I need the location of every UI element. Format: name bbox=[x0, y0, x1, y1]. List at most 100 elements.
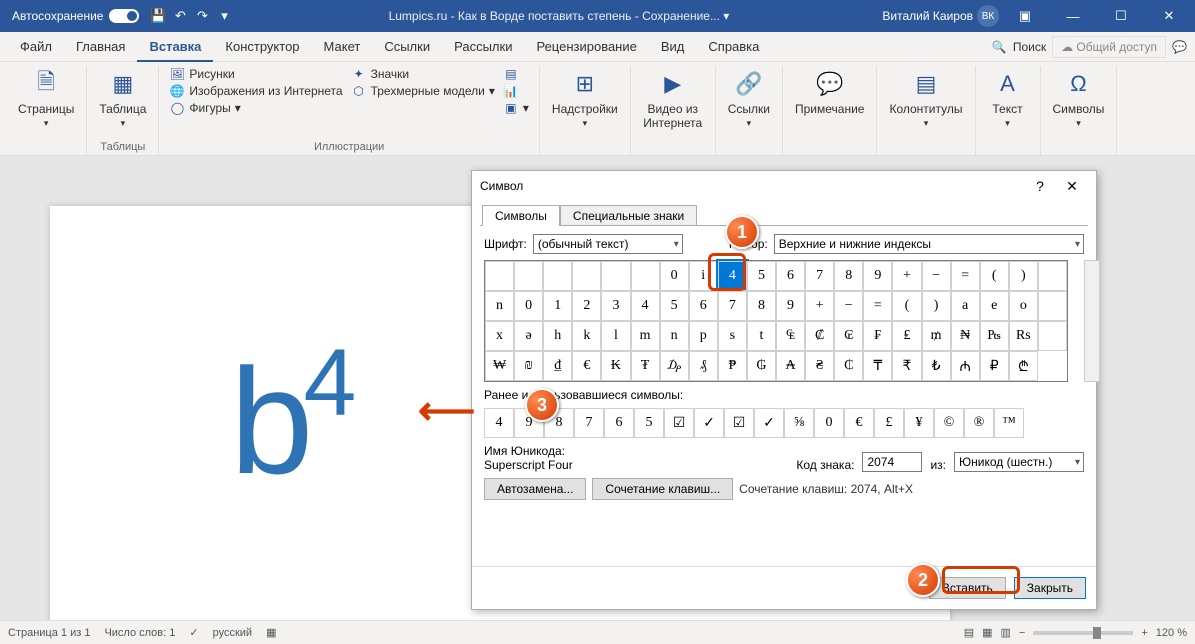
char-cell[interactable]: s bbox=[718, 321, 747, 351]
tab-file[interactable]: Файл bbox=[8, 32, 64, 62]
char-cell[interactable]: i bbox=[689, 261, 718, 291]
comment-button[interactable]: 💬Примечание bbox=[791, 66, 868, 118]
char-cell[interactable]: ə bbox=[514, 321, 543, 351]
word-count[interactable]: Число слов: 1 bbox=[104, 627, 175, 639]
font-dropdown[interactable]: (обычный текст) bbox=[533, 234, 683, 254]
char-cell[interactable]: k bbox=[572, 321, 601, 351]
char-cell[interactable]: l bbox=[601, 321, 630, 351]
char-cell[interactable]: 6 bbox=[689, 291, 718, 321]
zoom-in-icon[interactable]: + bbox=[1141, 627, 1147, 639]
char-cell[interactable] bbox=[1038, 321, 1067, 351]
char-cell[interactable]: + bbox=[805, 291, 834, 321]
char-cell[interactable] bbox=[1038, 261, 1067, 291]
page-status[interactable]: Страница 1 из 1 bbox=[8, 627, 90, 639]
save-icon[interactable]: 💾 bbox=[147, 5, 169, 27]
char-cell[interactable]: − bbox=[922, 261, 951, 291]
char-cell[interactable]: p bbox=[689, 321, 718, 351]
maximize-icon[interactable]: ☐ bbox=[1099, 0, 1143, 32]
char-cell[interactable]: 9 bbox=[776, 291, 805, 321]
addins-button[interactable]: ⊞Надстройки▾ bbox=[548, 66, 622, 131]
tab-home[interactable]: Главная bbox=[64, 32, 137, 62]
header-footer-button[interactable]: ▤Колонтитулы▾ bbox=[885, 66, 966, 131]
tab-help[interactable]: Справка bbox=[696, 32, 771, 62]
chart-button[interactable]: 📊 bbox=[501, 83, 531, 99]
char-cell[interactable] bbox=[1038, 291, 1067, 321]
char-cell[interactable]: 9 bbox=[863, 261, 892, 291]
tab-mailings[interactable]: Рассылки bbox=[442, 32, 524, 62]
char-cell[interactable] bbox=[543, 261, 572, 291]
zoom-level[interactable]: 120 % bbox=[1156, 627, 1187, 639]
char-cell[interactable]: ₳ bbox=[776, 351, 805, 381]
char-cell[interactable]: x bbox=[485, 321, 514, 351]
read-mode-icon[interactable]: ▤ bbox=[964, 626, 974, 639]
tab-references[interactable]: Ссылки bbox=[372, 32, 442, 62]
char-cell[interactable]: ₦ bbox=[951, 321, 980, 351]
help-icon[interactable]: ? bbox=[1024, 178, 1056, 194]
char-cell[interactable]: + bbox=[892, 261, 921, 291]
char-cell[interactable]: ( bbox=[892, 291, 921, 321]
icons-button[interactable]: ✦Значки bbox=[349, 66, 497, 82]
web-layout-icon[interactable]: ▥ bbox=[1001, 626, 1011, 639]
code-field[interactable]: 2074 bbox=[862, 452, 922, 472]
recent-char-cell[interactable]: 0 bbox=[814, 408, 844, 438]
char-cell[interactable]: ) bbox=[922, 291, 951, 321]
close-window-icon[interactable]: ✕ bbox=[1147, 0, 1191, 32]
recent-char-cell[interactable]: ™ bbox=[994, 408, 1024, 438]
char-cell[interactable]: ₲ bbox=[747, 351, 776, 381]
char-cell[interactable] bbox=[514, 261, 543, 291]
zoom-slider[interactable] bbox=[1033, 631, 1133, 635]
char-cell[interactable]: ₢ bbox=[834, 321, 863, 351]
char-cell[interactable]: ₤ bbox=[892, 321, 921, 351]
undo-icon[interactable]: ↶ bbox=[169, 5, 191, 27]
char-cell[interactable]: e bbox=[980, 291, 1009, 321]
tab-special-chars[interactable]: Специальные знаки bbox=[560, 205, 697, 226]
char-cell[interactable]: o bbox=[1009, 291, 1038, 321]
char-cell[interactable]: 7 bbox=[718, 291, 747, 321]
char-cell[interactable]: 5 bbox=[747, 261, 776, 291]
char-cell[interactable]: ₰ bbox=[689, 351, 718, 381]
user-avatar[interactable]: ВК bbox=[977, 5, 999, 27]
tab-design[interactable]: Конструктор bbox=[213, 32, 311, 62]
char-cell[interactable]: ₪ bbox=[514, 351, 543, 381]
char-cell[interactable]: ₭ bbox=[601, 351, 630, 381]
char-cell[interactable]: 3 bbox=[601, 291, 630, 321]
char-cell[interactable]: ₹ bbox=[892, 351, 921, 381]
char-cell[interactable] bbox=[631, 261, 660, 291]
video-button[interactable]: ▶Видео из Интернета bbox=[639, 66, 707, 132]
char-cell[interactable]: 5 bbox=[660, 291, 689, 321]
autocorrect-button[interactable]: Автозамена... bbox=[484, 478, 586, 500]
char-cell[interactable] bbox=[601, 261, 630, 291]
recent-char-cell[interactable]: 7 bbox=[574, 408, 604, 438]
char-cell[interactable]: h bbox=[543, 321, 572, 351]
screenshot-button[interactable]: ▣▾ bbox=[501, 100, 531, 116]
zoom-out-icon[interactable]: − bbox=[1019, 627, 1025, 639]
set-dropdown[interactable]: Верхние и нижние индексы bbox=[774, 234, 1084, 254]
char-cell[interactable]: 7 bbox=[805, 261, 834, 291]
char-cell[interactable]: m bbox=[631, 321, 660, 351]
redo-icon[interactable]: ↷ bbox=[191, 5, 213, 27]
recent-char-cell[interactable]: 4 bbox=[484, 408, 514, 438]
char-cell[interactable]: 6 bbox=[776, 261, 805, 291]
char-cell[interactable]: n bbox=[660, 321, 689, 351]
online-pictures-button[interactable]: 🌐Изображения из Интернета bbox=[167, 83, 344, 99]
shapes-button[interactable]: ◯Фигуры ▾ bbox=[167, 100, 344, 116]
spell-icon[interactable]: ✓ bbox=[189, 626, 198, 639]
char-cell[interactable]: ₼ bbox=[951, 351, 980, 381]
insert-button[interactable]: Вставить bbox=[929, 577, 1006, 599]
recent-char-cell[interactable]: ☑ bbox=[664, 408, 694, 438]
tab-symbols[interactable]: Символы bbox=[482, 205, 560, 226]
char-cell[interactable]: 2 bbox=[572, 291, 601, 321]
char-cell[interactable]: ₫ bbox=[543, 351, 572, 381]
char-cell[interactable]: ₯ bbox=[660, 351, 689, 381]
tab-insert[interactable]: Вставка bbox=[137, 32, 213, 62]
recent-char-cell[interactable]: ® bbox=[964, 408, 994, 438]
tab-review[interactable]: Рецензирование bbox=[524, 32, 648, 62]
char-cell[interactable] bbox=[572, 261, 601, 291]
char-cell[interactable]: ₵ bbox=[834, 351, 863, 381]
char-cell[interactable]: 8 bbox=[747, 291, 776, 321]
char-cell[interactable]: Rs bbox=[1009, 321, 1038, 351]
char-cell[interactable]: ₽ bbox=[980, 351, 1009, 381]
recent-char-cell[interactable]: £ bbox=[874, 408, 904, 438]
char-cell[interactable]: 4 bbox=[631, 291, 660, 321]
char-cell[interactable]: ₥ bbox=[922, 321, 951, 351]
